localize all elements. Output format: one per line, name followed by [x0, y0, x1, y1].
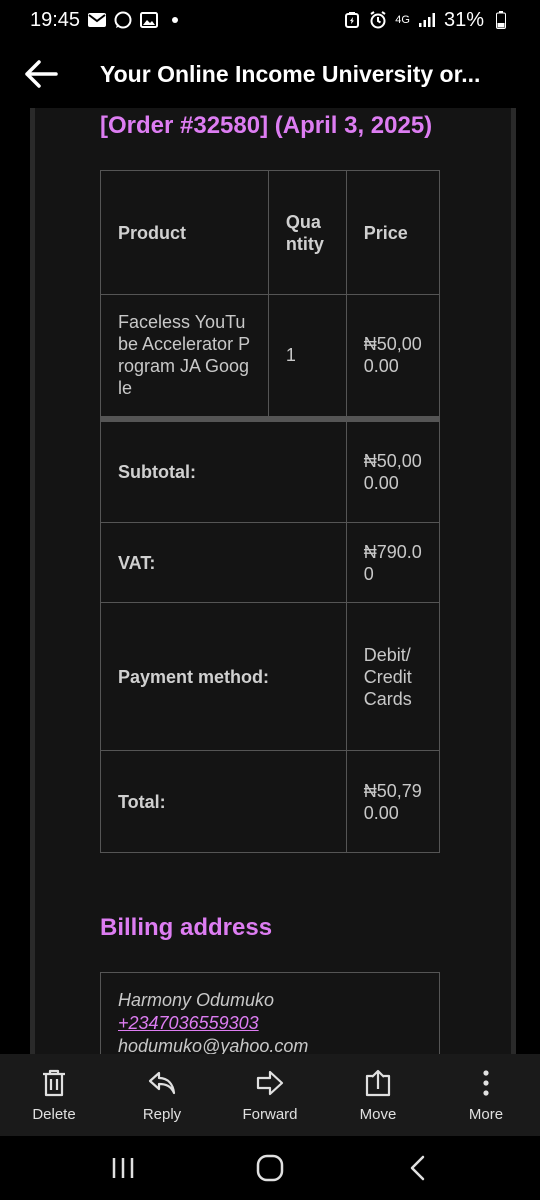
billing-email: hodumuko@yahoo.com: [118, 1036, 309, 1054]
battery-level: 31%: [443, 8, 484, 31]
system-nav-bar: [0, 1136, 540, 1200]
trash-icon: [43, 1069, 65, 1096]
clock: 19:45: [30, 8, 81, 31]
item-price: ₦50,000.00: [345, 294, 441, 419]
table-row: Total: ₦50,790.00: [100, 750, 441, 853]
status-bar: 19:45 4G 31%: [0, 0, 540, 40]
subtotal-value: ₦50,000.00: [345, 415, 441, 523]
order-table: Product Quantity Price Faceless YouTube …: [100, 170, 441, 853]
reply-button[interactable]: Reply: [112, 1068, 212, 1123]
total-value: ₦50,790.00: [345, 750, 441, 853]
signal-icon: [418, 12, 436, 28]
home-icon: [256, 1154, 284, 1182]
vat-label: VAT:: [100, 522, 347, 603]
recents-button[interactable]: [93, 1148, 153, 1188]
arrow-left-icon: [25, 60, 58, 88]
back-button[interactable]: [24, 52, 68, 96]
forward-icon: [256, 1070, 284, 1095]
billing-name: Harmony Odumuko: [118, 990, 275, 1010]
header-product: Product: [100, 170, 269, 295]
forward-button[interactable]: Forward: [220, 1068, 320, 1123]
status-right: 4G 31%: [343, 9, 510, 32]
table-row: Payment method: Debit/Credit Cards: [100, 602, 441, 751]
reply-icon: [148, 1071, 176, 1094]
app-bar: Your Online Income University or...: [0, 40, 540, 108]
email-body[interactable]: [Order #32580] (April 3, 2025) Product Q…: [0, 108, 540, 1054]
back-icon: [410, 1155, 424, 1181]
billing-address: Harmony Odumuko +2347036559303 hodumuko@…: [100, 972, 440, 1054]
alarm-icon: [369, 11, 387, 29]
delete-button[interactable]: Delete: [4, 1068, 104, 1123]
reply-label: Reply: [142, 1105, 182, 1123]
home-button[interactable]: [240, 1148, 300, 1188]
dot-icon: [172, 17, 179, 23]
system-back-button[interactable]: [387, 1148, 447, 1188]
header-quantity: Quantity: [267, 170, 347, 295]
whatsapp-icon: [114, 11, 132, 29]
network-type: 4G: [395, 14, 410, 26]
more-label: More: [468, 1105, 504, 1123]
delete-label: Delete: [32, 1105, 76, 1123]
recents-icon: [113, 1158, 134, 1178]
mail-icon: [88, 12, 107, 28]
item-quantity: 1: [267, 294, 347, 419]
billing-heading: Billing address: [100, 914, 273, 941]
table-row: Subtotal: ₦50,000.00: [100, 415, 441, 523]
email-subject: Your Online Income University or...: [100, 60, 481, 87]
move-label: Move: [359, 1105, 397, 1123]
forward-label: Forward: [242, 1105, 298, 1123]
table-row: VAT: ₦790.00: [100, 522, 441, 603]
billing-phone-link[interactable]: +2347036559303: [118, 1013, 259, 1033]
total-label: Total:: [100, 750, 347, 853]
subtotal-label: Subtotal:: [100, 415, 347, 523]
payment-method-label: Payment method:: [100, 602, 347, 751]
payment-method-value: Debit/Credit Cards: [345, 602, 441, 751]
order-heading: [Order #32580] (April 3, 2025): [100, 112, 433, 139]
move-icon: [365, 1069, 391, 1096]
item-product: Faceless YouTube Accelerator Program JA …: [100, 294, 269, 419]
battery-saver-icon: [343, 12, 361, 28]
vat-value: ₦790.00: [345, 522, 441, 603]
table-header-row: Product Quantity Price: [100, 170, 441, 295]
move-button[interactable]: Move: [328, 1068, 428, 1123]
more-button[interactable]: More: [436, 1068, 536, 1123]
gallery-icon: [140, 12, 159, 28]
header-price: Price: [345, 170, 441, 295]
action-bar: Delete Reply Forward Move More: [0, 1054, 540, 1136]
battery-icon: [492, 11, 510, 29]
table-row: Faceless YouTube Accelerator Program JA …: [100, 294, 441, 419]
more-icon: [483, 1069, 489, 1096]
status-left: 19:45: [30, 8, 179, 32]
